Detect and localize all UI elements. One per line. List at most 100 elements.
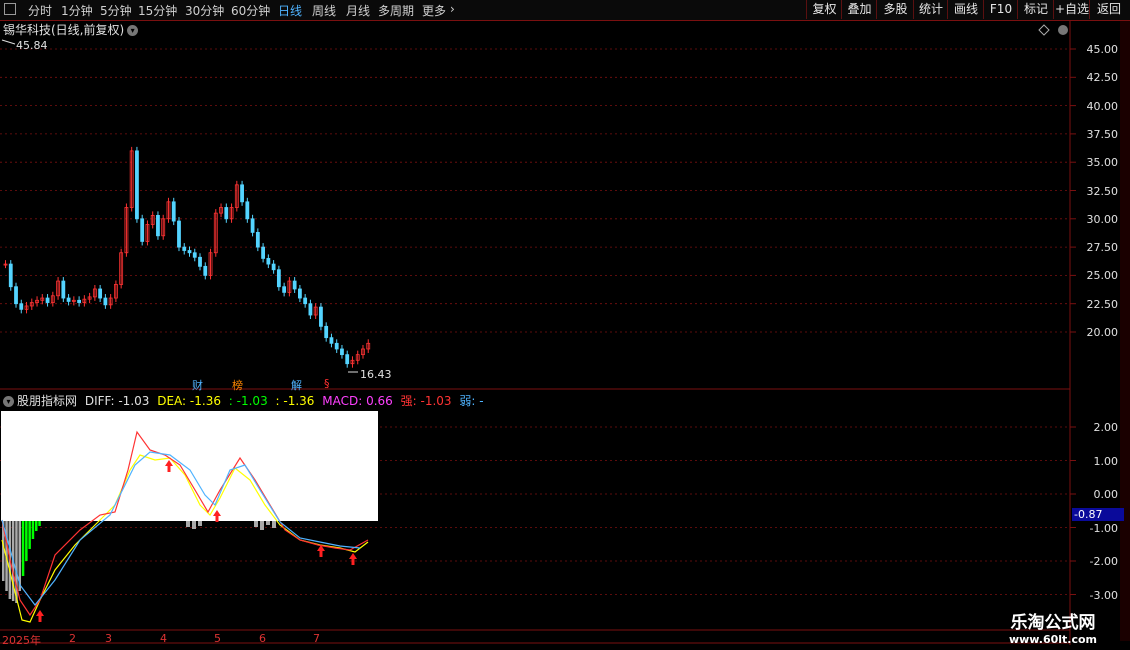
low-price-label: 16.43: [360, 368, 392, 381]
macd-bar: [266, 521, 270, 525]
candle-body: [171, 201, 176, 222]
date-label: 6: [259, 632, 266, 645]
macd-bar: [31, 521, 35, 539]
candle-body: [324, 325, 329, 339]
watermark-title: 乐淘公式网: [1010, 613, 1096, 633]
up-arrow-icon: [317, 545, 325, 557]
price-tick: 40.00: [1086, 99, 1119, 113]
candle-body: [19, 303, 24, 310]
candle-body: [140, 218, 145, 242]
strong-value: 强: -1.03: [400, 394, 452, 408]
macd-bar: [25, 521, 28, 561]
line4-value: : -1.36: [275, 394, 315, 408]
candle-body: [334, 342, 339, 350]
macd-bar: [35, 521, 38, 531]
candle-body: [340, 348, 344, 356]
price-tick: 25.00: [1086, 269, 1119, 283]
candle-body: [187, 250, 192, 254]
macd-bar: [198, 521, 202, 526]
candle-body: [61, 280, 66, 299]
candle-body: [271, 263, 276, 271]
macd-value: MACD: 0.66: [322, 394, 393, 408]
indicator-tick: -2.00: [1089, 555, 1118, 568]
indicator-title[interactable]: ▾ 股朋指标网 DIFF: -1.03 DEA: -1.36 : -1.03 : …: [3, 392, 488, 409]
up-arrow-icon: [349, 553, 357, 565]
date-label: 2: [69, 632, 76, 645]
price-tick: 45.00: [1086, 43, 1119, 56]
macd-bar: [192, 521, 196, 529]
candle-body: [329, 337, 334, 344]
candle-body: [240, 184, 244, 203]
badge-section[interactable]: §: [324, 377, 330, 390]
line3-value: : -1.03: [228, 394, 268, 408]
date-label: 3: [105, 632, 112, 645]
candle-body: [319, 306, 323, 327]
date-label: 7: [313, 632, 320, 645]
indicator-tick: 0.00: [1093, 488, 1119, 501]
macd-bar: [28, 521, 31, 549]
macd-bar: [254, 521, 258, 527]
current-value-tag: -0.87: [1072, 508, 1124, 521]
candle-body: [45, 297, 50, 303]
price-tick: 30.00: [1086, 212, 1119, 226]
candle-body: [177, 220, 181, 248]
indicator-name: 股朋指标网: [17, 394, 78, 408]
up-arrow-icon: [36, 610, 44, 622]
candle-body: [8, 263, 13, 288]
candle-body: [297, 288, 302, 299]
candle-body: [255, 231, 260, 248]
badge-rank[interactable]: 榜: [232, 377, 243, 393]
price-tick: 27.50: [1086, 241, 1119, 255]
chevron-down-icon: [1058, 25, 1068, 35]
price-tick: 20.00: [1086, 326, 1119, 339]
candle-body: [182, 246, 187, 251]
indicator-tick: 2.00: [1093, 421, 1119, 434]
candle-body: [276, 269, 281, 288]
candle-body: [77, 299, 81, 303]
candle-body: [198, 256, 202, 267]
price-tick: 42.50: [1086, 71, 1119, 85]
watermark: 乐淘公式网 www.60lt.com: [988, 608, 1118, 646]
macd-bar: [21, 521, 25, 576]
kline-chart[interactable]: [0, 0, 1130, 650]
indicator-highlight-box: [1, 411, 378, 521]
candle-body: [261, 246, 266, 259]
candle-body: [292, 280, 297, 290]
candle-body: [250, 218, 255, 233]
candle-body: [103, 297, 108, 306]
badge-unlock[interactable]: 解: [291, 377, 302, 393]
candle-body: [245, 201, 250, 220]
candle-body: [282, 286, 287, 293]
chevron-down-icon[interactable]: ▾: [3, 396, 14, 407]
dea-value: DEA: -1.36: [157, 394, 221, 408]
candle-body: [156, 215, 160, 237]
date-label: 2025年: [2, 634, 41, 647]
candle-body: [303, 297, 308, 305]
indicator-tick: -1.00: [1089, 521, 1118, 535]
macd-bar: [186, 521, 190, 527]
weak-value: 弱: -: [459, 394, 484, 408]
candle-body: [266, 258, 271, 265]
candle-body: [66, 297, 71, 302]
high-price-label: 45.84: [16, 39, 48, 52]
candle-body: [224, 207, 229, 220]
high-marker: [1, 39, 16, 45]
watermark-url: www.60lt.com: [1008, 633, 1098, 646]
candle-body: [345, 354, 350, 365]
diamond-icon: [1038, 24, 1050, 36]
badge-finance[interactable]: 财: [192, 377, 203, 393]
price-tick: 35.00: [1086, 156, 1119, 170]
macd-bar: [260, 521, 264, 530]
diff-value: DIFF: -1.03: [84, 394, 150, 408]
indicator-tick: -3.00: [1089, 588, 1118, 602]
macd-bar: [38, 521, 41, 526]
candle-body: [308, 303, 313, 316]
side-strip: [1120, 21, 1130, 641]
macd-bar: [272, 521, 276, 528]
date-label: 4: [160, 632, 167, 645]
candle-body: [192, 252, 197, 258]
indicator-tick: 1.00: [1093, 454, 1119, 468]
candle-body: [203, 265, 208, 276]
candle-body: [98, 288, 103, 299]
candle-body: [135, 150, 139, 220]
